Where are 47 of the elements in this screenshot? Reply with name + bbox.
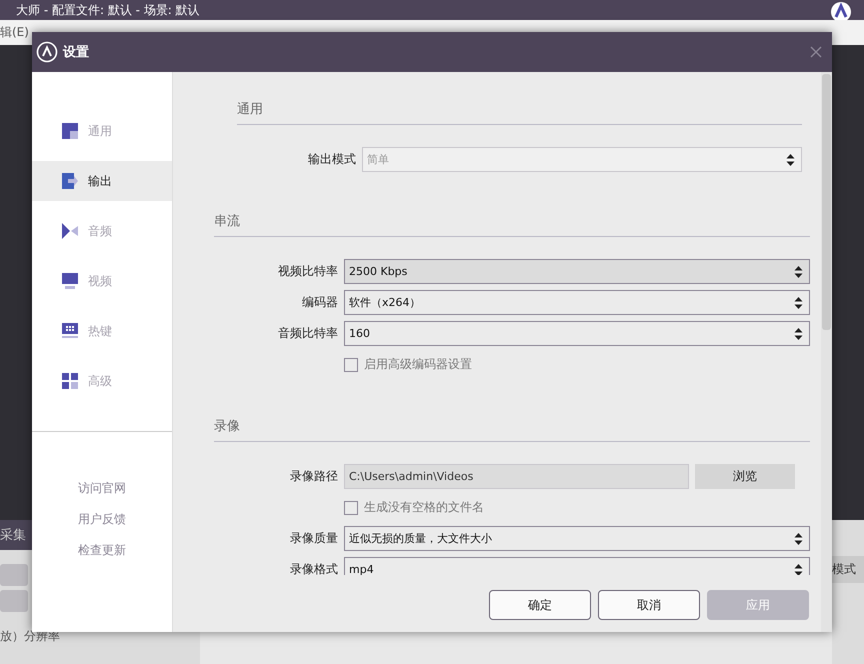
field-label: 音频比特率 [277,325,338,342]
mode-button[interactable]: 模式 [832,556,864,583]
up-down-arrows-icon [794,532,803,546]
section-title: 录像 [214,417,810,442]
checkbox[interactable] [344,500,358,514]
dialog-button[interactable]: 取消 [598,590,700,620]
dock-title: 采集 [0,527,26,544]
dropdown[interactable]: 软件（x264） [344,290,810,315]
logo-icon [36,41,58,63]
menu-item[interactable]: 辑(E) [0,24,29,41]
up-down-arrows-icon [794,296,803,310]
field-label: 输出模式 [307,151,356,168]
section-title: 串流 [214,212,810,237]
dropdown[interactable]: 近似无损的质量，大文件大小 [344,526,810,551]
field-label: 录像质量 [289,530,338,547]
checkbox-label: 启用高级编码器设置 [364,356,472,373]
dialog-button[interactable]: 确定 [489,590,591,620]
input-field[interactable]: C:\Users\admin\Videos [344,464,689,489]
checkbox[interactable] [344,358,358,372]
field-label: 录像路径 [289,468,338,485]
browse-button[interactable]: 浏览 [695,464,795,489]
checkbox-label: 生成没有空格的文件名 [364,499,484,516]
audio-icon [62,223,78,239]
up-down-arrows-icon [794,326,803,340]
section-title: 通用 [237,100,802,125]
up-down-arrows-icon [794,562,803,575]
keyboard-icon [62,323,78,339]
output-icon [62,173,78,189]
up-down-arrows-icon [794,264,803,278]
monitor-icon [62,273,78,289]
grid-icon [62,373,78,389]
dropdown[interactable]: mp4 [344,557,810,575]
field-label: 录像格式 [289,561,338,575]
sidebar-item[interactable]: 输出 [32,161,172,201]
spin-box[interactable]: 2500 Kbps [344,259,810,284]
sidebar-link[interactable]: 访问官网 [78,480,126,497]
sidebar-link[interactable]: 用户反馈 [78,511,126,528]
dialog-title: 设置 [63,44,90,61]
dropdown[interactable]: 160 [344,321,810,346]
field-label: 视频比特率 [277,263,338,280]
close-icon[interactable] [810,46,822,58]
general-icon [62,123,78,139]
field-label: 编码器 [301,294,338,311]
window-title: 大师 - 配置文件: 默认 - 场景: 默认 [16,2,200,18]
scrollbar-thumb[interactable] [822,74,831,330]
sidebar-link[interactable]: 检查更新 [78,542,126,559]
up-down-arrows-icon [786,152,795,166]
